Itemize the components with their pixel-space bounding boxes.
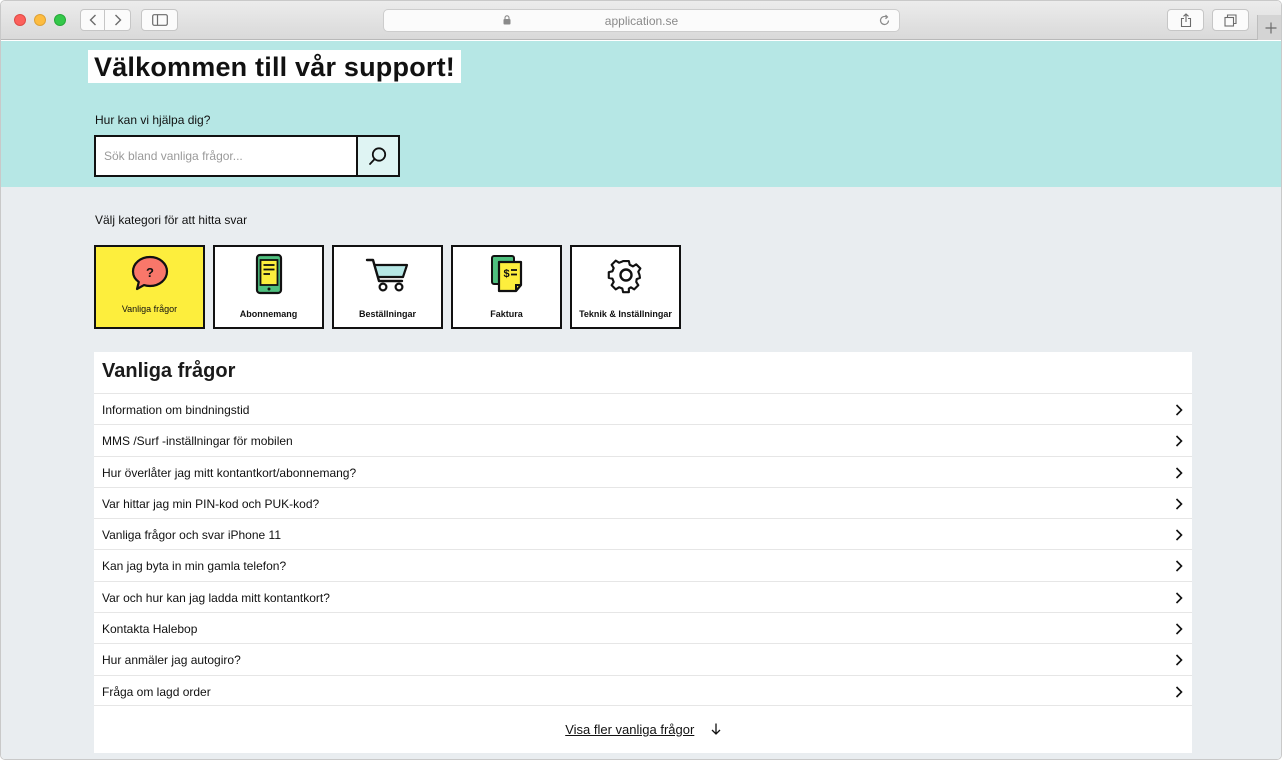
chevron-right-icon (1175, 435, 1183, 447)
faq-item[interactable]: Hur anmäler jag autogiro? (94, 643, 1192, 674)
chevron-right-icon (1175, 686, 1183, 698)
cart-icon (365, 258, 408, 292)
browser-toolbar: application.se (1, 1, 1281, 40)
search-input[interactable] (94, 135, 358, 177)
faq-item-text: Vanliga frågor och svar iPhone 11 (102, 528, 281, 543)
faq-item-text: Kan jag byta in min gamla telefon? (102, 559, 287, 574)
sidebar-icon (151, 14, 168, 26)
gear-icon (607, 259, 641, 294)
help-label: Hur kan vi hjälpa dig? (95, 113, 211, 127)
category-label-text: Faktura (490, 309, 523, 319)
faq-item[interactable]: Kan jag byta in min gamla telefon? (94, 549, 1192, 580)
faq-item[interactable]: Kontakta Halebop (94, 612, 1192, 643)
faq-list: Information om bindningstid MMS /Surf -i… (94, 393, 1192, 706)
chevron-right-icon (1175, 623, 1183, 635)
zoom-window-button[interactable] (54, 14, 66, 26)
chevron-right-icon (1175, 592, 1183, 604)
chevron-right-icon (1175, 498, 1183, 510)
page-title: Välkommen till vår support! (88, 50, 461, 83)
search-button[interactable] (356, 135, 400, 177)
url-text: application.se (604, 14, 679, 28)
faq-item-text: Kontakta Halebop (102, 622, 198, 637)
category-faq[interactable]: ? Vanliga frågor (94, 245, 205, 329)
forward-button[interactable] (105, 9, 131, 31)
address-bar[interactable]: application.se (383, 9, 900, 32)
reload-icon[interactable] (878, 14, 891, 27)
svg-text:$: $ (503, 268, 509, 280)
faq-item-text: Var hittar jag min PIN-kod och PUK-kod? (102, 496, 320, 511)
category-label: Välj kategori för att hitta svar (95, 213, 248, 227)
chevron-left-icon (89, 14, 96, 26)
new-tab-button[interactable] (1257, 15, 1281, 40)
faq-item[interactable]: Hur överlåter jag mitt kontantkort/abonn… (94, 455, 1192, 487)
tabs-icon (1224, 13, 1237, 27)
chevron-right-icon (114, 14, 121, 26)
category-tech-settings[interactable]: Teknik & Inställningar (570, 245, 681, 329)
page-content: Välkommen till vår support! Hur kan vi h… (1, 41, 1281, 759)
phone-icon (255, 253, 282, 295)
show-more-row: Visa fler vanliga frågor (94, 721, 1192, 739)
chevron-right-icon (1175, 467, 1183, 479)
faq-item[interactable]: Var och hur kan jag ladda mitt kontantko… (94, 580, 1192, 612)
category-subscription[interactable]: Abonnemang (213, 245, 324, 329)
minimize-window-button[interactable] (34, 14, 46, 26)
faq-item-text: Hur anmäler jag autogiro? (102, 653, 241, 668)
tab-overview-button[interactable] (1212, 9, 1249, 31)
faq-item[interactable]: Fråga om lagd order (94, 674, 1192, 706)
browser-window: application.se Välkommen till vår suppor… (0, 0, 1282, 760)
chevron-right-icon (1175, 404, 1183, 416)
plus-icon (1265, 22, 1276, 33)
invoice-icon: $ (490, 255, 522, 293)
category-label-text: Teknik & Inställningar (579, 309, 672, 319)
category-label-text: Vanliga frågor (121, 304, 178, 314)
share-icon (1180, 12, 1191, 27)
hero-section: Välkommen till vår support! Hur kan vi h… (1, 41, 1281, 187)
category-list: ? Vanliga frågor Abonnemang Beställninga… (94, 245, 681, 329)
arrow-down-icon[interactable] (711, 723, 721, 735)
category-orders[interactable]: Beställningar (332, 245, 443, 329)
sidebar-toggle-button[interactable] (141, 9, 178, 31)
svg-text:?: ? (146, 265, 154, 280)
faq-item-text: Hur överlåter jag mitt kontantkort/abonn… (102, 465, 357, 480)
faq-item[interactable]: MMS /Surf -inställningar för mobilen (94, 424, 1192, 455)
faq-item[interactable]: Information om bindningstid (94, 393, 1192, 424)
close-window-button[interactable] (14, 14, 26, 26)
share-button[interactable] (1167, 9, 1204, 31)
faq-title: Vanliga frågor (102, 360, 236, 382)
faq-panel: Vanliga frågor Information om bindningst… (94, 352, 1192, 753)
faq-item-text: Var och hur kan jag ladda mitt kontantko… (102, 590, 330, 605)
chevron-right-icon (1175, 654, 1183, 666)
show-more-faq-link[interactable]: Visa fler vanliga frågor (565, 722, 694, 737)
search-icon (369, 147, 387, 165)
faq-item-text: Fråga om lagd order (102, 684, 211, 699)
chevron-right-icon (1175, 560, 1183, 573)
faq-item-text: Information om bindningstid (102, 403, 250, 417)
question-bubble-icon: ? (131, 255, 168, 291)
category-label-text: Beställningar (358, 309, 416, 319)
faq-item-text: MMS /Surf -inställningar för mobilen (102, 434, 293, 449)
back-button[interactable] (80, 9, 105, 31)
category-label-text: Abonnemang (239, 309, 298, 319)
chevron-right-icon (1175, 529, 1183, 541)
faq-item[interactable]: Vanliga frågor och svar iPhone 11 (94, 518, 1192, 549)
faq-item[interactable]: Var hittar jag min PIN-kod och PUK-kod? (94, 486, 1192, 518)
category-invoice[interactable]: $ Faktura (451, 245, 562, 329)
